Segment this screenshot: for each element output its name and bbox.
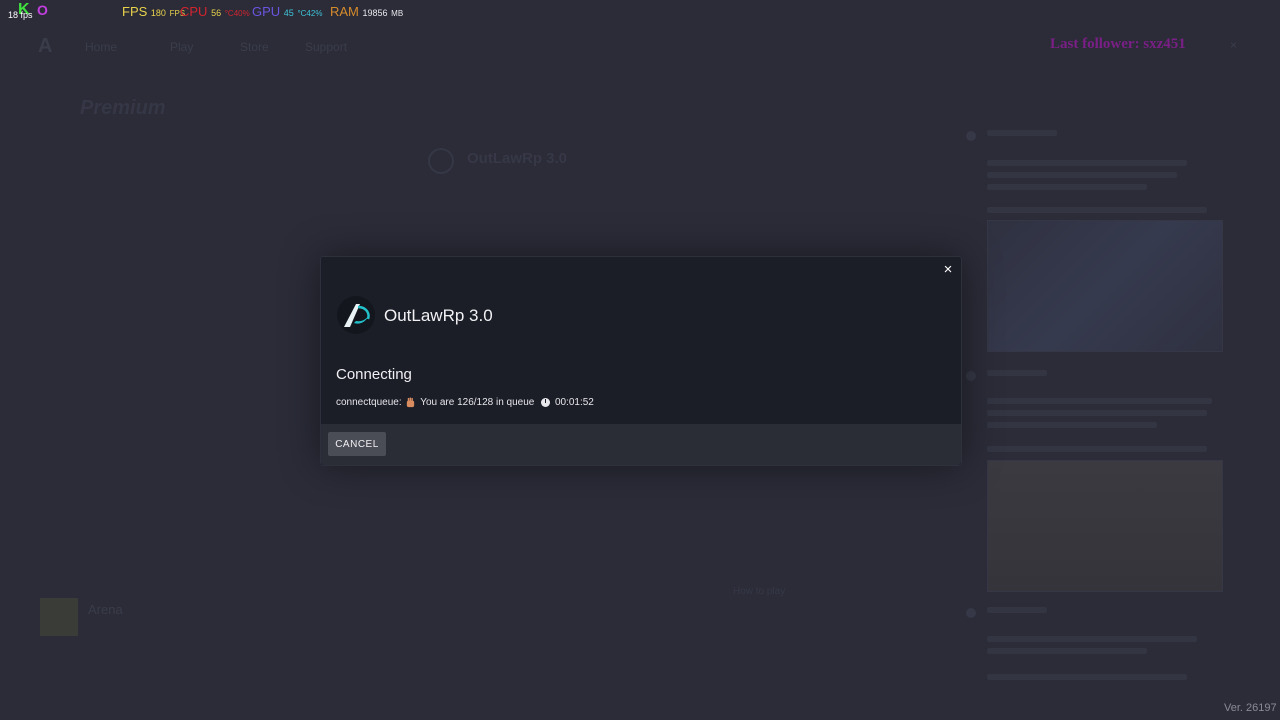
server-title: OutLawRp 3.0 <box>384 306 493 325</box>
news-icon <box>966 371 976 381</box>
news-text-line <box>987 398 1212 404</box>
osd-cpu-temp: °C40 <box>224 9 243 18</box>
news-text-line <box>987 172 1177 178</box>
news-text-line <box>987 636 1197 642</box>
overlay-o-icon: O <box>37 2 48 18</box>
news-heading <box>987 607 1047 613</box>
window-close-icon: × <box>1230 38 1238 52</box>
news-text-line <box>987 422 1157 428</box>
news-text-line <box>987 207 1207 213</box>
osd-ram-unit: MB <box>391 9 404 18</box>
raised-hand-icon <box>407 397 415 408</box>
osd-ram: RAM 19856 MB <box>330 4 403 19</box>
arena-label: Arena <box>88 602 123 617</box>
dialog-footer: CANCEL <box>321 424 961 465</box>
news-text-line <box>987 184 1147 190</box>
osd-cpu: CPU 56 °C40% <box>180 4 250 19</box>
version-label: Ver. 26197 <box>1224 702 1277 714</box>
news-image <box>987 220 1223 352</box>
news-text-line <box>987 648 1147 654</box>
nav-item-store: Store <box>240 40 269 54</box>
server-name: OutLawRp 3.0 <box>467 150 568 167</box>
nav-item-support: Support <box>305 40 348 54</box>
news-text-line <box>987 446 1207 452</box>
connecting-dialog: × OutLawRp 3.0 Connecting connectqueue: … <box>320 256 962 466</box>
osd-fps: FPS 180 FPS <box>122 4 185 19</box>
app-logo: A <box>38 35 53 57</box>
corner-fps-counter: 18 fps <box>8 10 33 20</box>
news-image <box>987 460 1223 592</box>
news-text-line <box>987 410 1207 416</box>
osd-cpu-unit: % <box>242 9 250 18</box>
osd-gpu-value: 45 <box>283 8 294 18</box>
osd-gpu-label: GPU <box>252 4 281 19</box>
status-title: Connecting <box>336 366 412 383</box>
news-text-line <box>987 674 1187 680</box>
queue-position: You are 126/128 in queue <box>420 397 535 408</box>
osd-gpu-unit: % <box>315 9 323 18</box>
panel-title: Premium <box>80 97 166 119</box>
cancel-button[interactable]: CANCEL <box>328 432 386 456</box>
clock-icon <box>541 398 551 407</box>
osd-ram-label: RAM <box>330 4 359 19</box>
queue-time: 00:01:52 <box>554 397 594 408</box>
osd-fps-value: 180 <box>150 8 166 18</box>
news-text-line <box>987 160 1187 166</box>
how-to-play-label: How to play <box>733 586 786 597</box>
server-logo-icon <box>428 148 454 174</box>
news-heading <box>987 370 1047 376</box>
osd-fps-label: FPS <box>122 4 148 19</box>
news-icon <box>966 608 976 618</box>
osd-cpu-value: 56 <box>211 8 222 18</box>
server-logo-icon <box>337 296 375 334</box>
queue-prefix: connectqueue: <box>336 397 402 408</box>
nav-item-home: Home <box>85 40 118 54</box>
last-follower-overlay: Last follower: sxz451 <box>1050 36 1186 52</box>
news-icon <box>966 131 976 141</box>
osd-ram-value: 19856 <box>362 8 388 18</box>
arena-avatar <box>40 598 78 636</box>
queue-status: connectqueue: You are 126/128 in queue 0… <box>336 397 594 408</box>
osd-gpu-temp: °C42 <box>297 9 316 18</box>
nav-item-play: Play <box>170 40 194 54</box>
osd-cpu-label: CPU <box>180 4 208 19</box>
close-icon[interactable]: × <box>940 262 956 278</box>
osd-gpu: GPU 45 °C42% <box>252 4 322 19</box>
news-heading <box>987 130 1057 136</box>
